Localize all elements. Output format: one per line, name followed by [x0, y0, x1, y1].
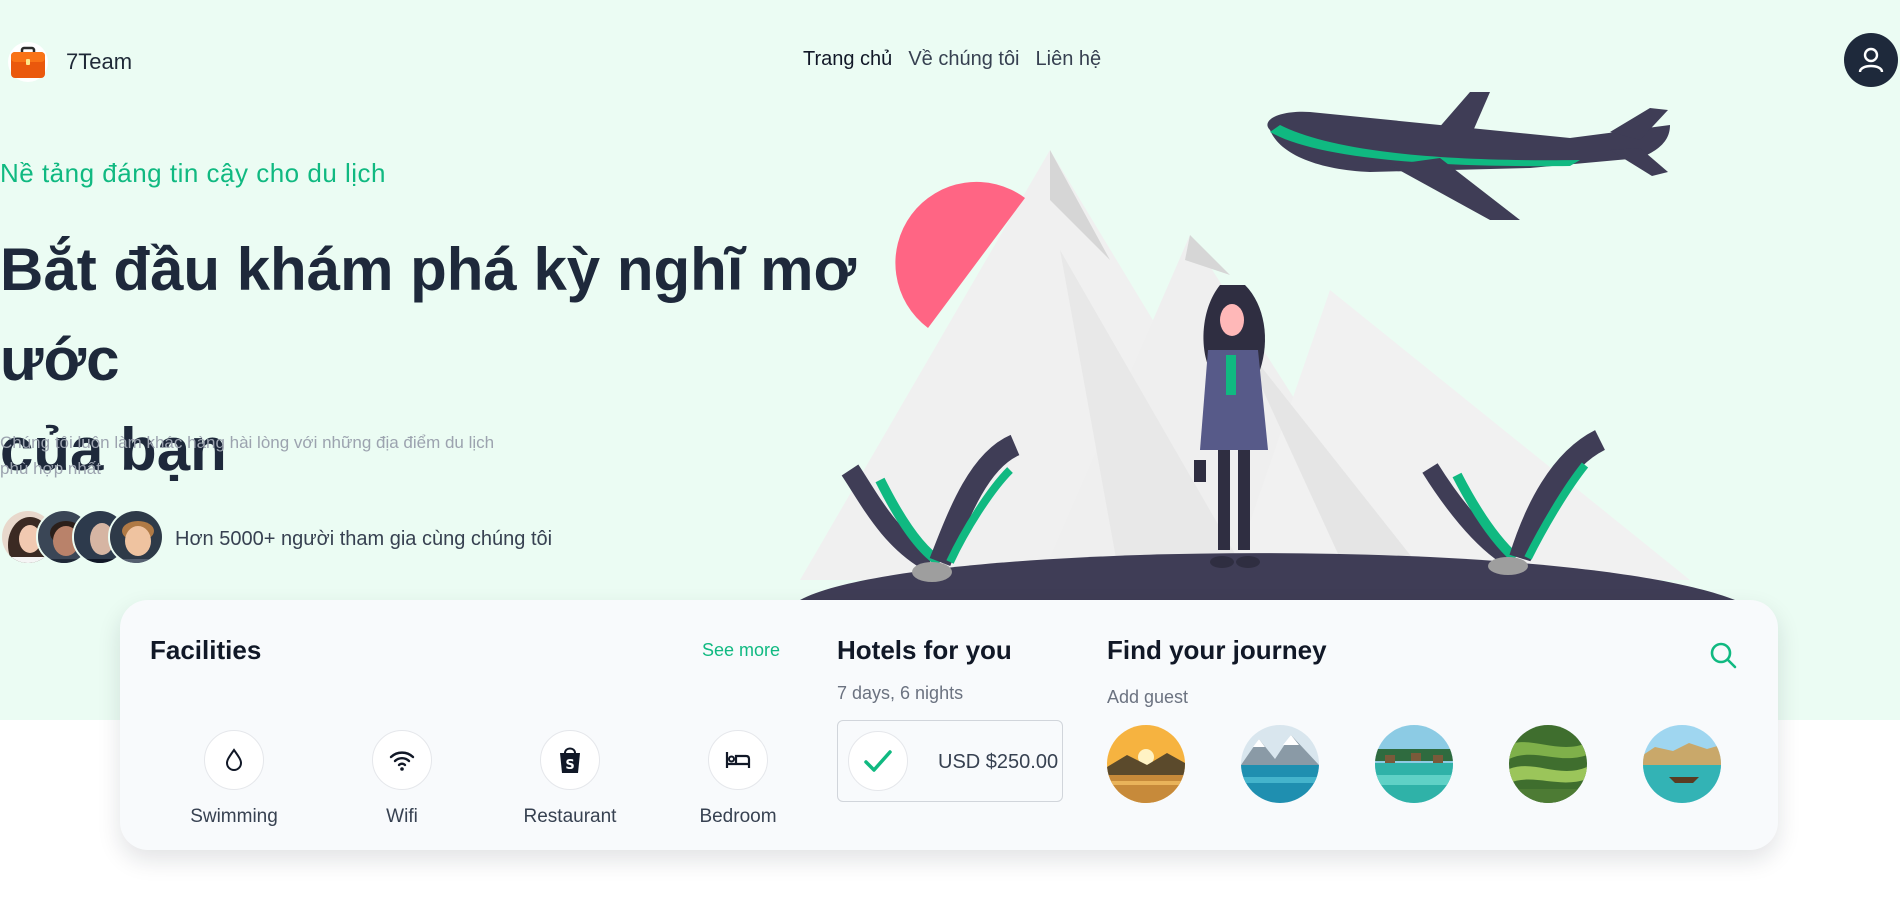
add-guest-label[interactable]: Add guest: [1107, 687, 1188, 708]
destination-thumb[interactable]: [1241, 725, 1319, 803]
hero-eyebrow: Nề tảng đáng tin cậy cho du lịch: [0, 158, 387, 188]
shopping-bag-icon: S: [540, 730, 600, 790]
journey-title: Find your journey: [1107, 635, 1327, 665]
nav-item-about[interactable]: Về chúng tôi: [908, 48, 1019, 71]
join-count-text: Hơn 5000+ người tham gia cùng chúng tôi: [175, 528, 553, 550]
hero-subtitle: Chúng tôi luôn làm khác hàng hài lòng vớ…: [0, 433, 495, 478]
facility-swimming[interactable]: Swimming: [150, 730, 318, 828]
water-drop-icon: [204, 730, 264, 790]
user-icon: [1858, 47, 1884, 73]
search-icon: [1710, 642, 1737, 669]
wifi-icon: [372, 730, 432, 790]
checkmark-icon: [848, 731, 908, 791]
avatar: [108, 509, 164, 565]
main-nav: Trang chủ Về chúng tôi Liên hệ: [803, 48, 1101, 71]
hotels-section: Hotels for you 7 days, 6 nights USD $250…: [837, 635, 1077, 802]
destination-thumb[interactable]: [1643, 725, 1721, 803]
brand-name: 7Team: [66, 49, 133, 74]
price-box[interactable]: USD $250.00: [837, 720, 1063, 802]
facility-label: Restaurant: [523, 806, 617, 827]
bed-icon: [708, 730, 768, 790]
booking-card: Facilities See more Swimming Wifi S Rest…: [120, 600, 1778, 850]
hotel-price: USD $250.00: [938, 751, 1059, 773]
nav-item-home[interactable]: Trang chủ: [803, 48, 892, 71]
journey-section: Find your journey Add guest: [1107, 635, 1757, 803]
facility-label: Bedroom: [699, 806, 777, 827]
destination-thumb[interactable]: [1107, 725, 1185, 803]
hotels-title: Hotels for you: [837, 635, 1012, 665]
svg-text:S: S: [565, 758, 574, 773]
avatar-group: [0, 509, 164, 565]
briefcase-icon: [8, 42, 48, 82]
destination-list: [1107, 725, 1721, 803]
destination-thumb[interactable]: [1375, 725, 1453, 803]
search-button[interactable]: [1705, 637, 1741, 673]
facility-label: Wifi: [386, 806, 418, 827]
facilities-title: Facilities: [150, 635, 262, 665]
facilities-section: Facilities See more Swimming Wifi S Rest…: [150, 635, 780, 827]
facility-bedroom[interactable]: Bedroom: [654, 730, 822, 828]
travel-illustration: [800, 92, 1735, 600]
nav-item-contact[interactable]: Liên hệ: [1036, 48, 1102, 71]
see-more-link[interactable]: See more: [702, 640, 780, 661]
hero-title-line1: Bắt đầu khám phá kỳ nghĩ mơ ước: [0, 236, 857, 393]
stay-duration: 7 days, 6 nights: [837, 683, 964, 703]
facility-wifi[interactable]: Wifi: [318, 730, 486, 828]
user-account-button[interactable]: [1844, 33, 1898, 87]
facilities-list: Swimming Wifi S Restaurant Bedroom: [150, 730, 830, 828]
brand-logo[interactable]: 7Team: [8, 42, 132, 82]
facility-label: Swimming: [190, 806, 278, 827]
facility-restaurant[interactable]: S Restaurant: [486, 730, 654, 828]
destination-thumb[interactable]: [1509, 725, 1587, 803]
